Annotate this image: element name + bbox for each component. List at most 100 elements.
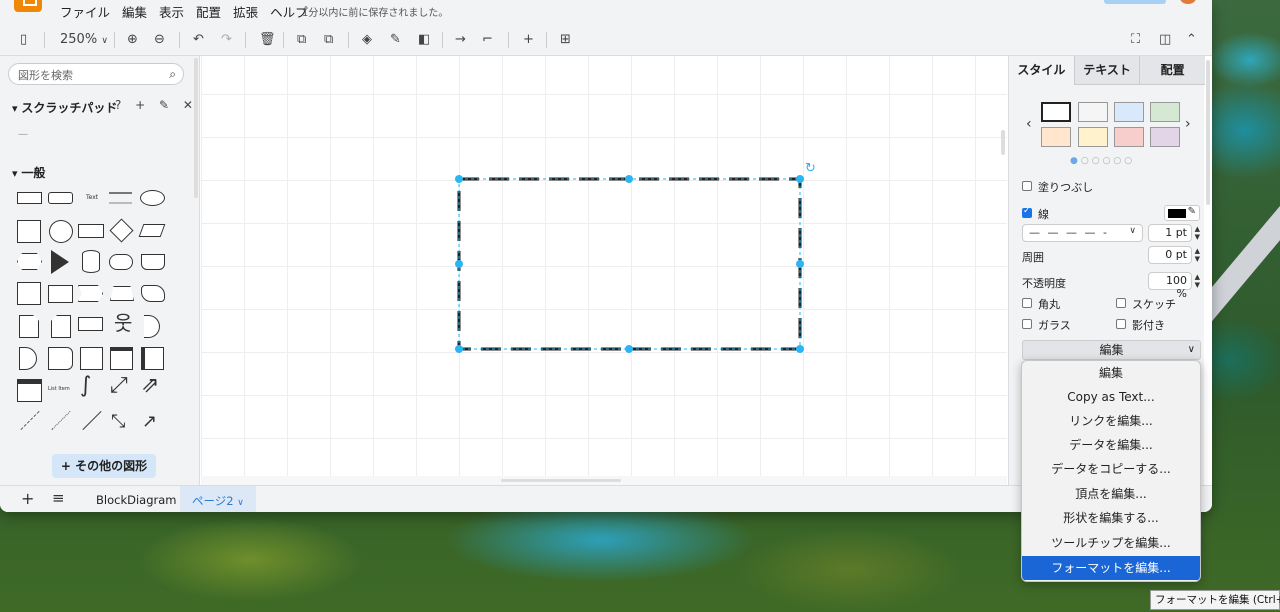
rounded-checkbox[interactable]: [1022, 298, 1032, 308]
textbox-shape[interactable]: [109, 192, 132, 204]
to-back-icon[interactable]: ⧉: [324, 32, 333, 48]
format-panel-icon[interactable]: ◫: [1159, 32, 1171, 48]
menu-item-edit-data[interactable]: データを編集...: [1022, 433, 1200, 457]
vertical-container-shape[interactable]: [141, 347, 164, 370]
resize-handle-ne[interactable]: [796, 175, 804, 183]
rectangle-outline[interactable]: [457, 177, 802, 351]
swimlane-shape[interactable]: [110, 347, 133, 370]
connection-icon[interactable]: →: [455, 32, 466, 48]
pages-menu-icon[interactable]: ≡: [52, 489, 65, 507]
more-shapes-button[interactable]: + その他の図形: [52, 454, 156, 478]
general-section-title[interactable]: 一般: [12, 164, 45, 181]
dashed-line-icon[interactable]: [20, 410, 40, 431]
zoom-out-icon[interactable]: ⊖: [154, 32, 165, 48]
page-tab-blockdiagram[interactable]: BlockDiagram: [96, 493, 176, 507]
line-width-input[interactable]: 1 pt ▲ ▼: [1148, 224, 1200, 242]
selected-rectangle[interactable]: ↻: [201, 56, 1007, 476]
zoom-in-icon[interactable]: ⊕: [127, 32, 138, 48]
share-button[interactable]: [1104, 0, 1166, 4]
menu-file[interactable]: ファイル: [60, 2, 116, 21]
edit-style-select[interactable]: 編集 ∨: [1022, 340, 1201, 360]
triangle-shape[interactable]: [51, 250, 69, 274]
rounded-rectangle-shape[interactable]: [48, 192, 73, 204]
bidirectional-arrow-icon[interactable]: ⤢: [110, 374, 128, 398]
resize-handle-n[interactable]: [625, 175, 633, 183]
trapezoid-shape[interactable]: [110, 286, 134, 301]
canvas-horizontal-scrollbar[interactable]: [201, 476, 1007, 485]
undo-icon[interactable]: ↶: [193, 32, 204, 48]
menu-item-edit-format[interactable]: フォーマットを編集...: [1022, 556, 1200, 580]
fill-color-icon[interactable]: ◈: [362, 32, 372, 48]
tab-style[interactable]: スタイル: [1009, 56, 1074, 85]
drawing-canvas[interactable]: ↻: [201, 56, 1007, 476]
style-swatch-6[interactable]: [1114, 127, 1144, 147]
line-checkbox[interactable]: [1022, 206, 1032, 218]
actor-icon[interactable]: 웃: [114, 313, 132, 333]
list-item-shape[interactable]: List Item: [48, 386, 70, 392]
note-shape[interactable]: [19, 315, 39, 338]
style-swatch-7[interactable]: [1150, 127, 1180, 147]
line-color-icon[interactable]: ✎: [390, 32, 401, 48]
hexagon-shape[interactable]: [17, 253, 42, 270]
collapse-icon[interactable]: ⌃: [1186, 32, 1197, 48]
toggle-sidebar-icon[interactable]: ▯: [20, 32, 27, 48]
step-shape[interactable]: [78, 285, 103, 302]
shadow-checkbox[interactable]: [1116, 319, 1126, 329]
parallelogram-shape[interactable]: [138, 224, 166, 237]
tab-arrange[interactable]: 配置: [1139, 56, 1206, 85]
tab-text[interactable]: テキスト: [1073, 56, 1140, 85]
opacity-spinner[interactable]: ▲ ▼: [1195, 273, 1200, 289]
chevron-left-icon[interactable]: ‹: [1026, 116, 1032, 132]
arrow-icon[interactable]: ⇗: [141, 374, 159, 398]
directional-arrow-icon[interactable]: ↗: [142, 411, 157, 432]
card-shape[interactable]: [51, 315, 71, 338]
square-shape[interactable]: [17, 220, 41, 243]
glass-checkbox[interactable]: [1022, 319, 1032, 329]
style-swatch-1[interactable]: [1078, 102, 1108, 122]
rotate-handle-icon[interactable]: ↻: [805, 161, 816, 176]
cloud-shape[interactable]: [109, 254, 133, 270]
dotted-line-icon[interactable]: [51, 410, 71, 431]
canvas-vertical-scrollbar[interactable]: [1001, 130, 1005, 155]
ellipse-shape[interactable]: [140, 190, 165, 206]
shape-search-input[interactable]: 図形を検索 ⌕: [8, 63, 184, 85]
tape-shape[interactable]: [141, 285, 165, 302]
container-shape[interactable]: [80, 347, 103, 370]
menu-item-edit[interactable]: 編集: [1022, 361, 1200, 385]
or-shape[interactable]: [144, 315, 160, 338]
circle-shape[interactable]: [49, 220, 73, 243]
waypoints-icon[interactable]: ⌐: [482, 32, 493, 48]
menu-item-edit-vertices[interactable]: 頂点を編集...: [1022, 482, 1200, 506]
process-shape[interactable]: [78, 224, 104, 238]
chevron-down-icon[interactable]: ∨: [237, 498, 244, 508]
add-page-icon[interactable]: +: [21, 489, 34, 508]
menu-extras[interactable]: 拡張: [233, 2, 264, 21]
fullscreen-icon[interactable]: ⛶: [1131, 32, 1140, 48]
scratchpad-title[interactable]: スクラッチパッド: [12, 99, 117, 116]
callout-shape[interactable]: [78, 317, 103, 331]
style-swatch-5[interactable]: [1078, 127, 1108, 147]
perimeter-spinner[interactable]: ▲ ▼: [1195, 247, 1200, 263]
style-swatch-0[interactable]: [1041, 102, 1071, 122]
chevron-right-icon[interactable]: ›: [1185, 116, 1191, 132]
table-icon[interactable]: ⊞: [560, 32, 571, 48]
to-front-icon[interactable]: ⧉: [297, 32, 306, 48]
line-icon[interactable]: [82, 410, 102, 431]
perimeter-input[interactable]: 0 pt ▲ ▼: [1148, 246, 1200, 264]
page-tab-page2[interactable]: ページ2 ∨: [180, 486, 256, 512]
menu-item-edit-tooltip[interactable]: ツールチップを編集...: [1022, 531, 1200, 555]
search-icon[interactable]: ⌕: [169, 67, 176, 82]
resize-handle-s[interactable]: [625, 345, 633, 353]
menu-item-edit-shape[interactable]: 形状を編集する...: [1022, 506, 1200, 530]
resize-handle-nw[interactable]: [455, 175, 463, 183]
resize-handle-se[interactable]: [796, 345, 804, 353]
menu-arrange[interactable]: 配置: [196, 2, 227, 21]
scratchpad-actions-icons[interactable]: ? + ✎ ✕: [115, 98, 198, 112]
sidebar-scrollbar[interactable]: [194, 58, 198, 198]
style-swatch-4[interactable]: [1041, 127, 1071, 147]
save-status[interactable]: 1分以内に前に保存されました。: [302, 4, 448, 19]
format-panel-scrollbar[interactable]: [1206, 60, 1210, 205]
data-storage-shape[interactable]: [48, 347, 73, 370]
menu-item-edit-link[interactable]: リンクを編集...: [1022, 409, 1200, 433]
list-shape[interactable]: [17, 379, 42, 402]
